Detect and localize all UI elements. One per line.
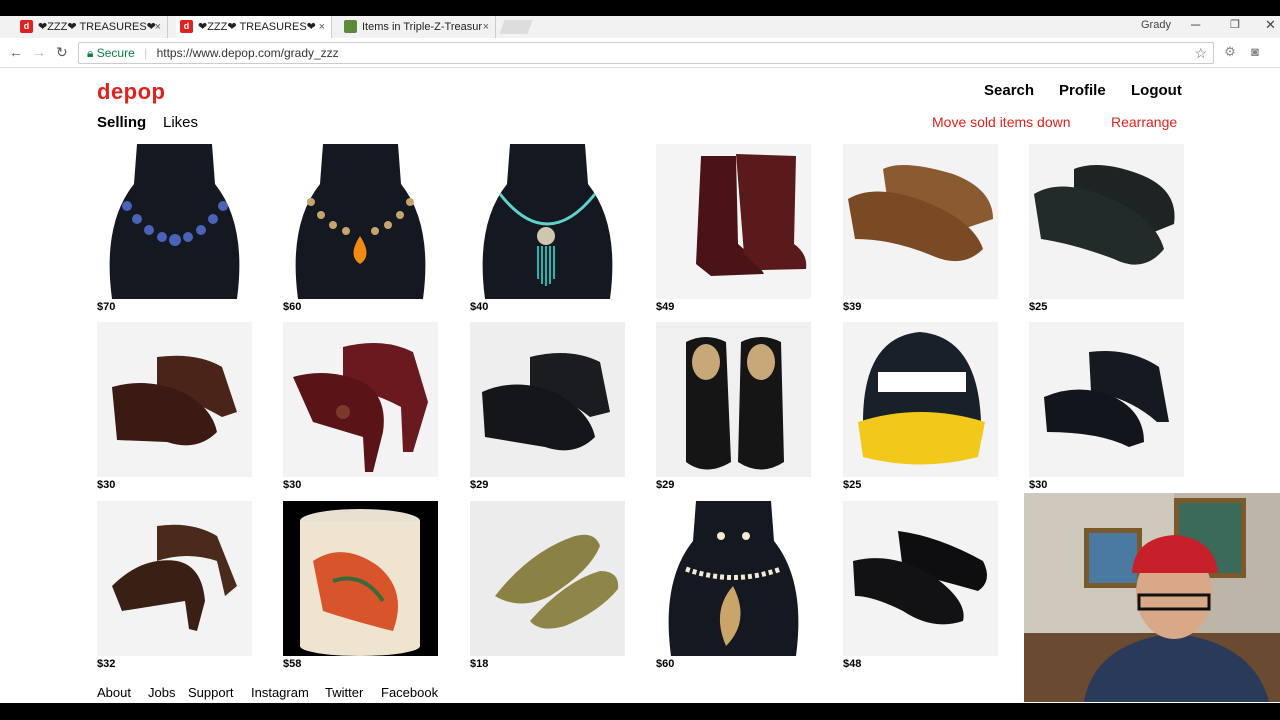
tab-title: Items in Triple-Z-Treasur	[362, 21, 483, 33]
product-item[interactable]: $32	[97, 501, 252, 670]
forward-arrow-icon[interactable]: →	[32, 44, 46, 60]
product-image[interactable]	[283, 144, 438, 299]
product-image[interactable]	[470, 322, 625, 477]
product-image[interactable]	[656, 144, 811, 299]
item-price: $32	[97, 658, 116, 670]
product-image[interactable]	[656, 322, 811, 477]
product-item[interactable]: $49	[656, 144, 811, 313]
product-image[interactable]	[470, 501, 625, 656]
item-price: $18	[470, 658, 489, 670]
rearrange-link[interactable]: Rearrange	[1111, 114, 1177, 130]
product-item[interactable]: $30	[1029, 322, 1184, 491]
product-item[interactable]: $58	[283, 501, 438, 670]
item-price: $25	[843, 479, 862, 491]
item-price: $40	[470, 301, 489, 313]
nav-search-link[interactable]: Search	[984, 82, 1034, 99]
back-arrow-icon[interactable]: ←	[9, 44, 23, 60]
footer-twitter-link[interactable]: Twitter	[325, 685, 363, 700]
minimize-icon[interactable]: ─	[1191, 16, 1200, 34]
store-favicon-icon	[344, 20, 357, 33]
item-price: $49	[656, 301, 675, 313]
footer-support-link[interactable]: Support	[188, 685, 234, 700]
depop-logo[interactable]: depop	[97, 79, 166, 105]
product-item[interactable]: $70	[97, 144, 252, 313]
product-image[interactable]	[843, 144, 998, 299]
product-image[interactable]	[97, 322, 252, 477]
product-item[interactable]: $30	[97, 322, 252, 491]
depop-favicon-icon: d	[20, 20, 33, 33]
item-price: $30	[97, 479, 116, 491]
divider: |	[144, 46, 148, 60]
new-tab-button[interactable]	[499, 20, 533, 34]
close-window-icon[interactable]: ✕	[1265, 16, 1276, 34]
browser-tab-2[interactable]: d ❤ZZZ❤ TREASURES❤ ×	[176, 16, 332, 38]
browser-tab-strip: d ❤ZZZ❤ TREASURES❤ × d ❤ZZZ❤ TREASURES❤ …	[0, 16, 1280, 38]
item-price: $25	[1029, 301, 1048, 313]
webcam-overlay	[1024, 493, 1280, 702]
footer-facebook-link[interactable]: Facebook	[381, 685, 438, 700]
item-price: $58	[283, 658, 302, 670]
restore-icon[interactable]: ❐	[1230, 16, 1240, 34]
camera-extension-icon[interactable]: ◙	[1247, 44, 1263, 60]
product-item[interactable]: $60	[283, 144, 438, 313]
product-item[interactable]: $48	[843, 501, 998, 670]
move-sold-items-down-link[interactable]: Move sold items down	[932, 114, 1071, 130]
browser-tab-1[interactable]: d ❤ZZZ❤ TREASURES❤ ×	[16, 16, 168, 38]
screen-top-bar	[0, 0, 1280, 16]
close-tab-icon[interactable]: ×	[319, 16, 325, 38]
close-tab-icon[interactable]: ×	[483, 16, 489, 38]
item-price: $60	[656, 658, 675, 670]
reload-icon[interactable]: ↻	[56, 44, 68, 61]
tab-likes[interactable]: Likes	[163, 114, 198, 131]
browser-tab-3[interactable]: Items in Triple-Z-Treasur ×	[340, 16, 496, 38]
item-price: $29	[656, 479, 675, 491]
product-image[interactable]	[656, 501, 811, 656]
product-item[interactable]: $30	[283, 322, 438, 491]
product-item[interactable]: $40	[470, 144, 625, 313]
depop-favicon-icon: d	[180, 20, 193, 33]
product-image[interactable]	[97, 501, 252, 656]
item-price: $30	[1029, 479, 1048, 491]
tab-selling[interactable]: Selling	[97, 114, 146, 131]
item-price: $48	[843, 658, 862, 670]
url-text: https://www.depop.com/grady_zzz	[156, 46, 339, 60]
tab-title: ❤ZZZ❤ TREASURES❤	[198, 21, 316, 33]
product-item[interactable]: $25	[843, 322, 998, 491]
product-image[interactable]	[97, 144, 252, 299]
item-price: $39	[843, 301, 862, 313]
close-tab-icon[interactable]: ×	[155, 16, 161, 38]
product-image[interactable]	[470, 144, 625, 299]
product-image[interactable]	[283, 322, 438, 477]
extension-icon[interactable]: ⚙	[1222, 44, 1238, 60]
footer-instagram-link[interactable]: Instagram	[251, 685, 309, 700]
item-price: $30	[283, 479, 302, 491]
footer-jobs-link[interactable]: Jobs	[148, 685, 175, 700]
bookmark-star-icon[interactable]: ☆	[1194, 43, 1207, 63]
product-image[interactable]	[843, 322, 998, 477]
product-item[interactable]: $18	[470, 501, 625, 670]
product-image[interactable]	[843, 501, 998, 656]
profile-name[interactable]: Grady	[1141, 16, 1171, 34]
product-image[interactable]	[283, 501, 438, 656]
product-image[interactable]	[1029, 144, 1184, 299]
item-price: $70	[97, 301, 116, 313]
product-item[interactable]: $39	[843, 144, 998, 313]
product-item[interactable]: $60	[656, 501, 811, 670]
product-item[interactable]: $25	[1029, 144, 1184, 313]
footer-about-link[interactable]: About	[97, 685, 131, 700]
product-item[interactable]: $29	[470, 322, 625, 491]
tab-title: ❤ZZZ❤ TREASURES❤	[38, 21, 156, 33]
product-image[interactable]	[1029, 322, 1184, 477]
screen-bottom-bar	[0, 703, 1280, 720]
nav-profile-link[interactable]: Profile	[1059, 82, 1106, 99]
secure-label: Secure	[96, 46, 135, 60]
lock-icon: 🔒︎	[87, 46, 94, 60]
nav-logout-link[interactable]: Logout	[1131, 82, 1182, 99]
address-bar[interactable]: 🔒︎ Secure | https://www.depop.com/grady_…	[78, 42, 1214, 64]
item-price: $60	[283, 301, 302, 313]
address-toolbar: ← → ↻ 🔒︎ Secure | https://www.depop.com/…	[0, 38, 1280, 68]
product-item[interactable]: $29	[656, 322, 811, 491]
item-price: $29	[470, 479, 489, 491]
